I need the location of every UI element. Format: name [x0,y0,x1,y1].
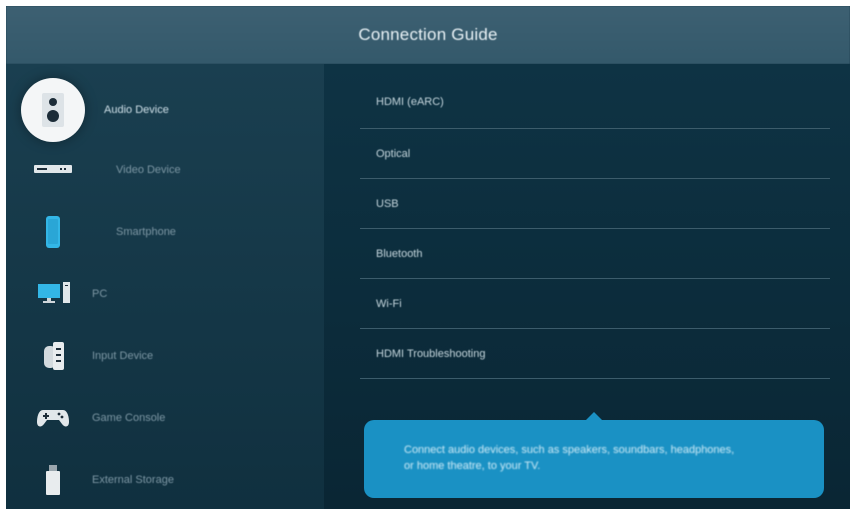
option-hdmi-troubleshooting[interactable]: HDMI Troubleshooting [360,329,830,379]
option-optical[interactable]: Optical [360,129,830,179]
option-bluetooth[interactable]: Bluetooth [360,229,830,279]
sidebar-item-game-console[interactable]: Game Console [6,390,324,446]
option-usb[interactable]: USB [360,179,830,229]
sidebar-item-label: PC [92,288,108,300]
sidebar-item-smartphone[interactable]: Smartphone [6,204,324,260]
description-tooltip: Connect audio devices, such as speakers,… [364,412,824,498]
gamepad-icon [37,408,69,428]
connection-guide-screen: Connection Guide Audio Device Video Devi… [6,6,850,509]
header: Connection Guide [6,6,850,64]
sidebar-item-video-device[interactable]: Video Device [6,142,324,198]
sidebar-item-label: Input Device [92,350,154,362]
connection-options-panel: HDMI (eARC) Optical USB Bluetooth Wi-Fi … [324,64,850,509]
input-device-icon [44,342,64,370]
pc-icon [38,282,70,304]
page-title: Connection Guide [358,25,498,44]
sidebar-item-label: Smartphone [116,226,176,238]
connection-options-list: HDMI (eARC) Optical USB Bluetooth Wi-Fi … [360,76,830,379]
video-player-icon [34,165,72,173]
sidebar: Audio Device Video Device Smartphone PC … [6,64,324,509]
tooltip-line-1: Connect audio devices, such as speakers,… [404,444,735,456]
sidebar-item-label: Video Device [116,164,181,176]
sidebar-item-external-storage[interactable]: External Storage [6,452,324,508]
smartphone-icon [46,216,60,248]
sidebar-item-pc[interactable]: PC [6,266,324,322]
option-hdmi-earc[interactable]: HDMI (eARC) [360,76,830,129]
option-wifi[interactable]: Wi-Fi [360,279,830,329]
speaker-icon [21,78,85,142]
sidebar-item-label: Audio Device [104,104,169,116]
usb-storage-icon [46,465,60,495]
sidebar-item-audio-device[interactable]: Audio Device [6,78,324,142]
tooltip-line-2: or home theatre, to your TV. [404,460,541,472]
sidebar-item-input-device[interactable]: Input Device [6,328,324,384]
sidebar-item-label: External Storage [92,474,174,486]
sidebar-item-label: Game Console [92,412,166,424]
